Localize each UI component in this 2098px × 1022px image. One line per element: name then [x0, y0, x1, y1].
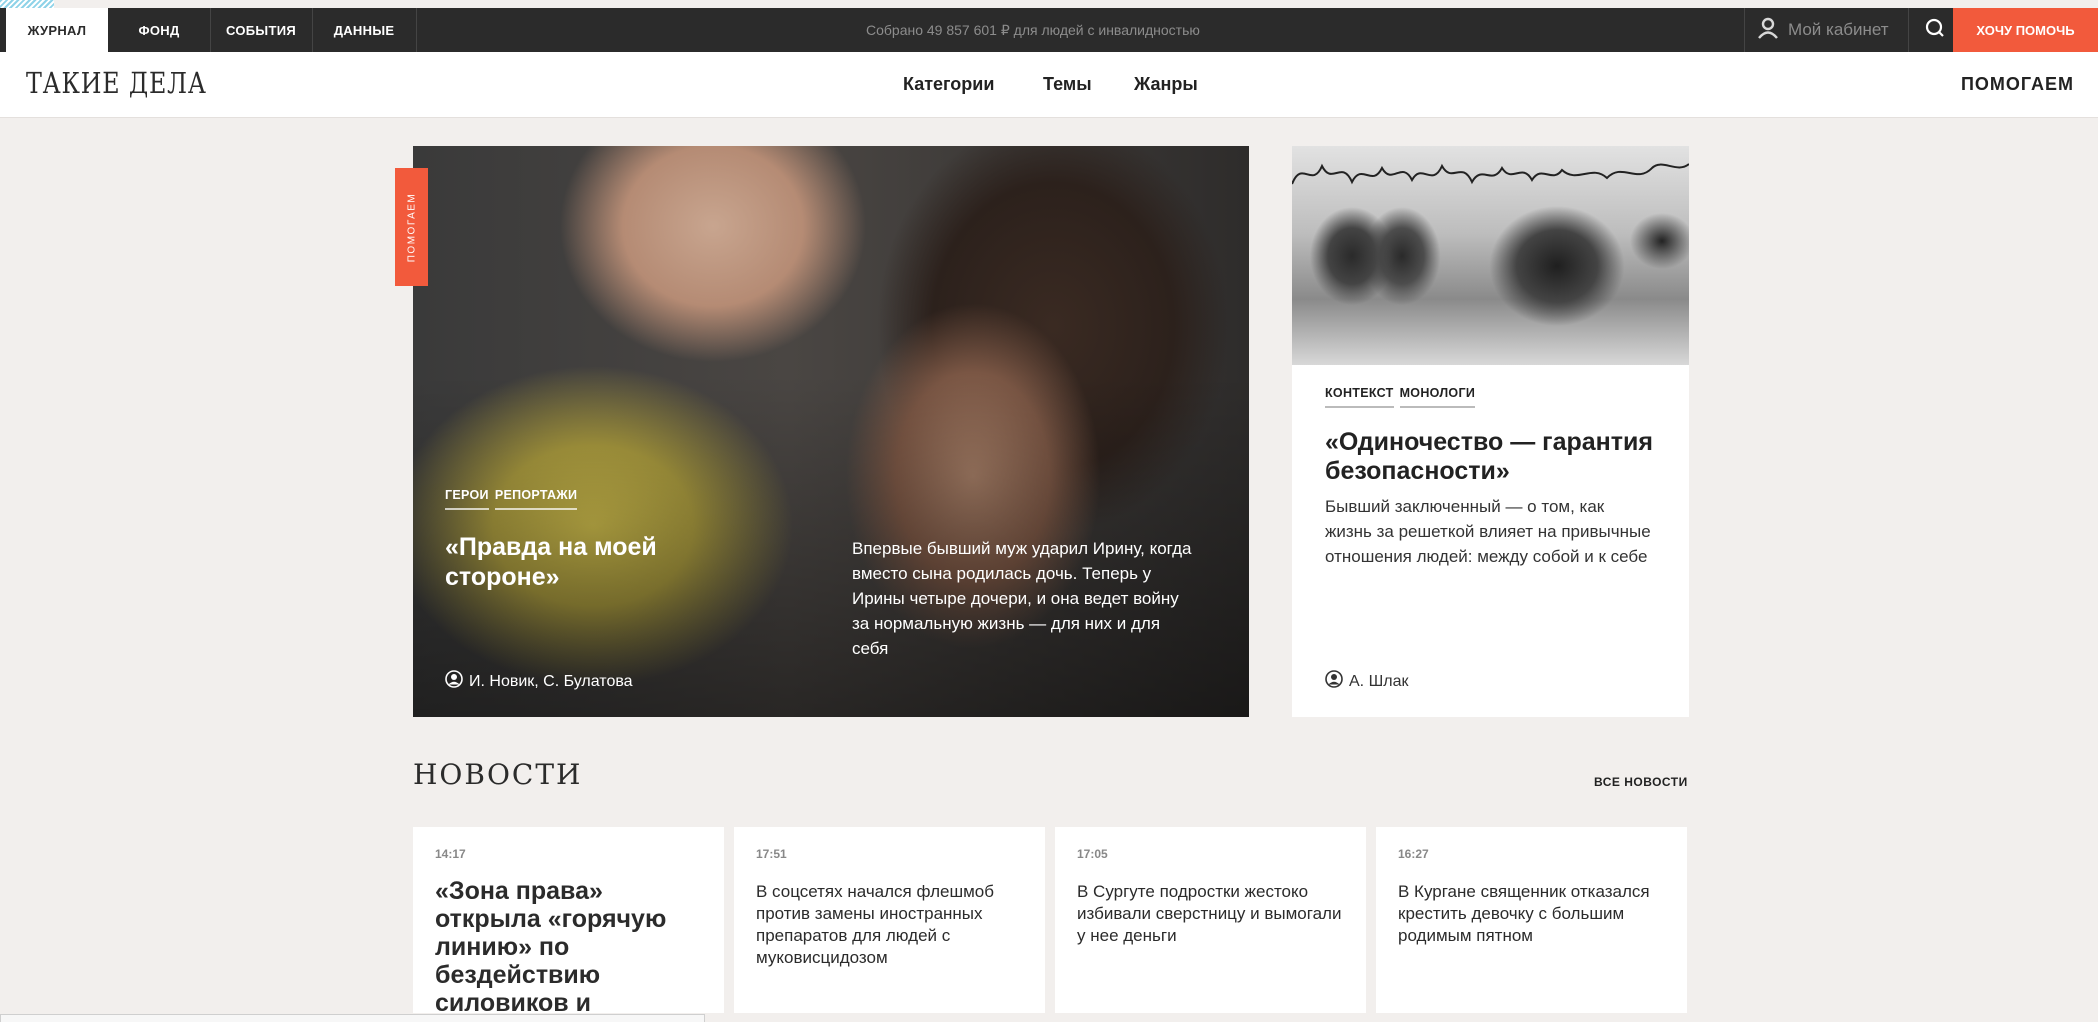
news-headline[interactable]: В Сургуте подростки жестоко избивали све…: [1077, 881, 1347, 947]
news-time: 17:51: [756, 847, 787, 861]
barbed-wire-drawing: [1292, 163, 1689, 185]
news-card[interactable]: 16:27 В Кургане священник отказался крес…: [1376, 827, 1687, 1013]
news-card[interactable]: 14:17 «Зона права» открыла «горячую лини…: [413, 827, 724, 1013]
news-card[interactable]: 17:05 В Сургуте подростки жестоко избива…: [1055, 827, 1366, 1013]
divider: [416, 8, 417, 52]
news-headline[interactable]: «Зона права» открыла «горячую линию» по …: [435, 877, 695, 1013]
search-button[interactable]: [1918, 8, 1952, 52]
side-article-image: [1292, 146, 1689, 365]
hero-flag-badge[interactable]: ПОМОГАЕМ: [395, 168, 428, 286]
side-article-lead: Бывший заключенный — о том, как жизнь за…: [1325, 497, 1651, 566]
news-heading: НОВОСТИ: [413, 758, 583, 791]
nav-topics[interactable]: Темы: [1043, 74, 1092, 95]
tag-heroes[interactable]: ГЕРОИ: [445, 488, 489, 510]
hero-author: И. Новик, С. Булатова: [445, 670, 633, 693]
side-article-card[interactable]: КОНТЕКСТ МОНОЛОГИ «Одиночество — гаранти…: [1292, 146, 1689, 717]
news-headline[interactable]: В соцсетях начался флешмоб против замены…: [756, 881, 1026, 969]
site-logo[interactable]: ТАКИЕ ДЕЛА: [26, 66, 207, 100]
all-news-link[interactable]: ВСЕ НОВОСТИ: [1594, 775, 1688, 789]
author-icon: [1325, 670, 1343, 693]
tab-journal[interactable]: ЖУРНАЛ: [6, 8, 108, 52]
news-card[interactable]: 17:51 В соцсетях начался флешмоб против …: [734, 827, 1045, 1013]
hero-lead: Впервые бывший муж ударил Ирину, когда в…: [852, 539, 1192, 658]
corner-decoration: [0, 0, 54, 8]
tag-context[interactable]: КОНТЕКСТ: [1325, 386, 1394, 408]
tag-monologues[interactable]: МОНОЛОГИ: [1399, 386, 1476, 408]
search-icon: [1925, 18, 1945, 42]
hero-title[interactable]: «Правда на моей стороне»: [445, 532, 775, 592]
hero-author-name[interactable]: И. Новик, С. Булатова: [469, 673, 633, 691]
news-headline[interactable]: В Кургане священник отказался крестить д…: [1398, 881, 1668, 947]
we-help-link[interactable]: ПОМОГАЕМ: [1961, 74, 2074, 95]
hero-flag-label: ПОМОГАЕМ: [406, 192, 417, 262]
hero-tags: ГЕРОИ РЕПОРТАЖИ: [445, 488, 578, 510]
news-time: 16:27: [1398, 847, 1429, 861]
hero-article[interactable]: ГЕРОИ РЕПОРТАЖИ «Правда на моей стороне»…: [413, 146, 1249, 717]
nav-categories[interactable]: Категории: [903, 74, 994, 95]
site-header: ТАКИЕ ДЕЛА Категории Темы Жанры ПОМОГАЕМ: [0, 52, 2098, 118]
user-icon: [1758, 17, 1778, 44]
side-author: А. Шлак: [1325, 670, 1408, 693]
nav-genres[interactable]: Жанры: [1134, 74, 1198, 95]
want-to-help-button[interactable]: ХОЧУ ПОМОЧЬ: [1953, 8, 2098, 52]
tab-data[interactable]: ДАННЫЕ: [312, 8, 416, 52]
divider: [1908, 8, 1909, 52]
browser-status-bar: [0, 1014, 705, 1022]
side-author-name[interactable]: А. Шлак: [1349, 673, 1408, 691]
author-icon: [445, 670, 463, 693]
donations-counter: Собрано 49 857 601 ₽ для людей с инвалид…: [866, 21, 1200, 38]
tab-fund[interactable]: ФОНД: [108, 8, 210, 52]
top-bar: ЖУРНАЛ ФОНД СОБЫТИЯ ДАННЫЕ Собрано 49 85…: [0, 8, 2098, 52]
my-account-label: Мой кабинет: [1788, 20, 1889, 39]
my-account-link[interactable]: Мой кабинет: [1758, 8, 1889, 52]
side-tags: КОНТЕКСТ МОНОЛОГИ: [1325, 386, 1476, 408]
news-time: 14:17: [435, 847, 466, 861]
tab-events[interactable]: СОБЫТИЯ: [210, 8, 312, 52]
tag-reports[interactable]: РЕПОРТАЖИ: [494, 488, 578, 510]
news-time: 17:05: [1077, 847, 1108, 861]
divider: [1744, 8, 1745, 52]
side-article-title[interactable]: «Одиночество — гарантия безопасности»: [1325, 428, 1665, 486]
